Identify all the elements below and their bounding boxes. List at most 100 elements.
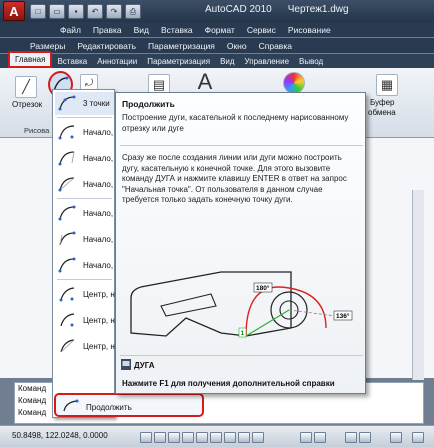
arc-center-start-angle-icon	[60, 313, 75, 327]
quick-access-toolbar: □ ▭ ▪ ↶ ↷ ⎙	[30, 4, 141, 19]
tab-insert[interactable]: Вставка	[52, 55, 92, 68]
menu-file[interactable]: Файл	[60, 25, 81, 35]
arc-start-center-length-label: Начало,	[83, 180, 114, 189]
arc-start-end-radius-icon	[58, 257, 76, 273]
tab-output[interactable]: Вывод	[294, 55, 328, 68]
tooltip-illustration: 180° 136° 1	[130, 271, 353, 338]
arc-start-center-angle-label: Начало,	[83, 154, 114, 163]
menu-view[interactable]: Вид	[134, 25, 149, 35]
arc-center-start-length-icon	[60, 339, 75, 353]
arc-start-end-direction-item[interactable]: Начало,	[55, 228, 114, 251]
title-bar: A □ ▭ ▪ ↶ ↷ ⎙ AutoCAD 2010 Чертеж1.dwg	[0, 0, 434, 22]
text-icon[interactable]: A	[195, 69, 215, 94]
tab-parametric[interactable]: Параметризация	[142, 55, 215, 68]
status-bar: 50.8498, 122.0248, 0.0000	[0, 425, 434, 447]
menu-bar-row-1: Файл Правка Вид Вставка Формат Сервис Ри…	[0, 22, 434, 37]
tooltip-command-name: ДУГА	[134, 361, 155, 370]
tab-home[interactable]: Главная	[8, 51, 53, 68]
arc-start-center-end-item[interactable]: Начало,	[55, 121, 114, 144]
new-icon[interactable]: □	[30, 4, 46, 19]
grid-icon[interactable]	[154, 432, 166, 443]
plot-icon[interactable]: ⎙	[125, 4, 141, 19]
menu-draw[interactable]: Рисование	[288, 25, 331, 35]
arc-start-end-radius-item[interactable]: Начало,	[55, 254, 114, 277]
pan-icon[interactable]	[345, 432, 357, 443]
clipboard-icon[interactable]: ▦	[376, 74, 398, 96]
arc-start-end-radius-label: Начало,	[83, 261, 114, 270]
menu-insert[interactable]: Вставка	[161, 25, 193, 35]
arc-3points-icon	[58, 95, 76, 111]
command-icon	[121, 359, 131, 370]
dyn-icon[interactable]	[238, 432, 250, 443]
arc-start-center-angle-item[interactable]: Начало,	[55, 147, 114, 170]
arc-center-start-angle-item[interactable]: Центр, н	[55, 309, 115, 332]
separator	[57, 117, 112, 118]
arc-start-end-angle-item[interactable]: Начало,	[55, 202, 114, 225]
figure-label-angle-2: 136°	[336, 312, 350, 320]
menu-modify[interactable]: Редактировать	[77, 41, 136, 51]
vertical-scrollbar[interactable]	[412, 190, 424, 380]
tab-view[interactable]: Вид	[215, 55, 239, 68]
line-tool-icon[interactable]: ╱	[15, 76, 37, 98]
arc-center-start-end-icon	[59, 287, 75, 302]
menu-window[interactable]: Окно	[227, 41, 247, 51]
save-icon[interactable]: ▪	[68, 4, 84, 19]
tooltip-detail: Сразу же после создания линии или дуги м…	[122, 153, 347, 204]
clipboard-label-2: обмена	[368, 108, 396, 117]
menu-bar-row-2: Размеры Редактировать Параметризация Окн…	[0, 38, 434, 53]
otrack-icon[interactable]	[210, 432, 222, 443]
workspace-icon[interactable]	[390, 432, 402, 443]
settings-icon[interactable]	[412, 432, 424, 443]
line-tool-label: Отрезок	[12, 100, 43, 109]
menu-parametric[interactable]: Параметризация	[148, 41, 215, 51]
arc-start-end-direction-label: Начало,	[83, 235, 114, 244]
arc-start-end-angle-icon	[58, 205, 76, 221]
tooltip-divider	[120, 355, 363, 356]
separator	[57, 198, 112, 199]
file-name: Чертеж1.dwg	[287, 4, 349, 15]
command-tooltip: Продолжить Построение дуги, касательной …	[115, 92, 366, 394]
tooltip-divider	[120, 145, 363, 146]
arc-continue-item[interactable]: Продолжить	[54, 393, 204, 417]
open-icon[interactable]: ▭	[49, 4, 65, 19]
layout-icon[interactable]	[314, 432, 326, 443]
arc-start-end-angle-label: Начало,	[83, 209, 114, 218]
osnap-icon[interactable]	[196, 432, 208, 443]
ortho-icon[interactable]	[168, 432, 180, 443]
model-icon[interactable]	[300, 432, 312, 443]
redo-icon[interactable]: ↷	[106, 4, 122, 19]
arc-center-start-length-label: Центр, н	[83, 342, 115, 351]
menu-help[interactable]: Справка	[259, 41, 292, 51]
arc-start-center-length-item[interactable]: Начало,	[55, 173, 114, 196]
arc-center-start-angle-label: Центр, н	[83, 316, 115, 325]
color-icon[interactable]	[283, 72, 305, 94]
menu-tools[interactable]: Сервис	[247, 25, 276, 35]
undo-icon[interactable]: ↶	[87, 4, 103, 19]
menu-format[interactable]: Формат	[205, 25, 235, 35]
tooltip-summary: Построение дуги, касательной к последнем…	[122, 113, 349, 133]
figure-label-angle: 180°	[256, 284, 270, 292]
arc-center-start-length-item[interactable]: Центр, н	[55, 335, 115, 358]
menu-dimension[interactable]: Размеры	[30, 41, 65, 51]
zoom-icon[interactable]	[359, 432, 371, 443]
figure-label-point: 1	[241, 330, 245, 337]
app-name: AutoCAD 2010	[205, 4, 272, 15]
app-menu-button[interactable]: A	[3, 1, 25, 21]
arc-3points-item[interactable]: 3 точки	[55, 92, 114, 115]
tab-manage[interactable]: Управление	[240, 55, 294, 68]
polar-icon[interactable]	[182, 432, 194, 443]
lineweight-icon[interactable]	[252, 432, 264, 443]
clipboard-label: Буфер	[370, 98, 395, 107]
ribbon-tabs: Главная Вставка Аннотации Параметризация…	[0, 51, 434, 68]
draw-panel-title: Рисова	[24, 126, 50, 135]
window-title: AutoCAD 2010 Чертеж1.dwg	[205, 4, 349, 15]
separator	[57, 279, 112, 280]
arc-start-center-length-icon	[58, 177, 75, 192]
snap-icon[interactable]	[140, 432, 152, 443]
arc-center-start-end-item[interactable]: Центр, н	[55, 283, 115, 306]
arc-3points-label: 3 точки	[83, 99, 110, 108]
tab-annotate[interactable]: Аннотации	[92, 55, 142, 68]
ducs-icon[interactable]	[224, 432, 236, 443]
tooltip-title: Продолжить	[122, 99, 175, 109]
menu-edit[interactable]: Правка	[93, 25, 122, 35]
